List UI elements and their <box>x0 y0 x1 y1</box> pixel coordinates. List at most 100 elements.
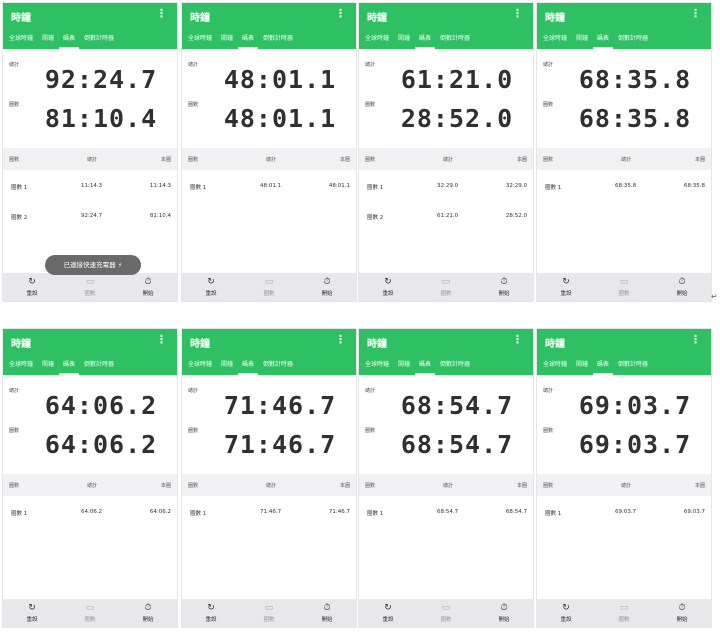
tab-timer[interactable]: 倒數計時器 <box>263 31 293 49</box>
tab-alarm[interactable]: 鬧鐘 <box>42 357 54 375</box>
lap-button[interactable]: ▭ 圈數 <box>604 277 644 297</box>
tab-timer[interactable]: 倒數計時器 <box>84 31 114 49</box>
tab-stopwatch[interactable]: 碼表 <box>593 31 614 49</box>
total-time-display: 48:01.1 <box>223 65 337 94</box>
tab-stopwatch[interactable]: 碼表 <box>59 31 80 49</box>
tab-alarm[interactable]: 鬧鐘 <box>576 31 588 49</box>
header-total: 總計 <box>266 157 277 163</box>
lap-label: 圈數 <box>188 102 199 108</box>
lap-button-label: 圈數 <box>618 617 630 623</box>
start-button[interactable]: ⏱ 開始 <box>484 603 524 623</box>
stopwatch-screen-1: 時鐘 ⋮ 全球時鐘 鬧鐘 碼表 倒數計時器 總計 圈數 92:24.7 81:1… <box>2 2 178 302</box>
lap-cell: 圈數 1 <box>545 185 562 191</box>
refresh-icon: ↻ <box>562 603 570 613</box>
lap-button[interactable]: ▭ 圈數 <box>426 603 466 623</box>
reset-button[interactable]: ↻ 重設 <box>368 603 408 623</box>
tab-stopwatch[interactable]: 碼表 <box>415 31 436 49</box>
more-vert-icon[interactable]: ⋮ <box>156 8 167 19</box>
bottom-action-bar: ↻ 重設 ▭ 圈數 ⏱ 開始 <box>3 599 177 627</box>
reset-button[interactable]: ↻ 重設 <box>12 277 52 297</box>
tab-stopwatch[interactable]: 碼表 <box>238 357 259 375</box>
tab-stopwatch[interactable]: 碼表 <box>238 31 259 49</box>
lap-row: 圈數 1 64:06.2 64:06.2 <box>3 497 177 527</box>
lap-button[interactable]: ▭ 圈數 <box>249 603 289 623</box>
tab-alarm[interactable]: 鬧鐘 <box>221 31 233 49</box>
more-vert-icon[interactable]: ⋮ <box>690 8 701 19</box>
timer-icon: ⏱ <box>144 603 152 613</box>
reset-button[interactable]: ↻ 重設 <box>546 277 586 297</box>
tab-alarm[interactable]: 鬧鐘 <box>42 31 54 49</box>
reset-button[interactable]: ↻ 重設 <box>368 277 408 297</box>
tab-timer[interactable]: 倒數計時器 <box>440 357 470 375</box>
reset-button[interactable]: ↻ 重設 <box>12 603 52 623</box>
tab-timer[interactable]: 倒數計時器 <box>84 357 114 375</box>
more-vert-icon[interactable]: ⋮ <box>512 8 523 19</box>
start-button[interactable]: ⏱ 開始 <box>307 603 347 623</box>
lap-cell: 圈數 2 <box>11 215 28 221</box>
lap-button[interactable]: ▭ 圈數 <box>70 603 110 623</box>
reset-button[interactable]: ↻ 重設 <box>191 603 231 623</box>
lap-button[interactable]: ▭ 圈數 <box>426 277 466 297</box>
tab-timer[interactable]: 倒數計時器 <box>440 31 470 49</box>
reset-label: 重設 <box>560 291 572 297</box>
lap-label: 圈數 <box>9 428 20 434</box>
reset-button[interactable]: ↻ 重設 <box>546 603 586 623</box>
tab-world-clock[interactable]: 全球時鐘 <box>365 357 389 375</box>
tab-world-clock[interactable]: 全球時鐘 <box>543 31 567 49</box>
tab-alarm[interactable]: 鬧鐘 <box>576 357 588 375</box>
header-total: 總計 <box>87 157 98 163</box>
bottom-action-bar: ↻ 重設 ▭ 圈數 ⏱ 開始 <box>359 599 533 627</box>
reset-button[interactable]: ↻ 重設 <box>191 277 231 297</box>
tab-alarm[interactable]: 鬧鐘 <box>398 357 410 375</box>
tab-world-clock[interactable]: 全球時鐘 <box>188 31 212 49</box>
lap-button[interactable]: ▭ 圈數 <box>249 277 289 297</box>
more-vert-icon[interactable]: ⋮ <box>335 334 346 345</box>
split-cell: 81:10.4 <box>149 213 171 219</box>
header-total: 總計 <box>443 483 454 489</box>
lap-row: 圈數 2 61:21.0 28:52.0 <box>359 201 533 231</box>
header-total: 總計 <box>621 483 632 489</box>
start-button[interactable]: ⏱ 開始 <box>128 277 168 297</box>
stopwatch-screen-2: 時鐘 ⋮ 全球時鐘 鬧鐘 碼表 倒數計時器 總計 圈數 48:01.1 48:0… <box>181 2 357 302</box>
tab-timer[interactable]: 倒數計時器 <box>618 31 648 49</box>
tab-alarm[interactable]: 鬧鐘 <box>221 357 233 375</box>
lap-button-label: 圈數 <box>84 617 96 623</box>
start-button[interactable]: ⏱ 開始 <box>128 603 168 623</box>
start-button[interactable]: ⏱ 開始 <box>307 277 347 297</box>
total-cell: 48:01.1 <box>260 183 282 189</box>
total-time-display: 92:24.7 <box>44 65 158 94</box>
flag-icon: ▭ <box>264 277 274 287</box>
start-button[interactable]: ⏱ 開始 <box>662 603 702 623</box>
stopwatch-screen-4: 時鐘 ⋮ 全球時鐘 鬧鐘 碼表 倒數計時器 總計 圈數 68:35.8 68:3… <box>536 2 712 302</box>
more-vert-icon[interactable]: ⋮ <box>690 334 701 345</box>
tab-alarm[interactable]: 鬧鐘 <box>398 31 410 49</box>
lap-row: 圈數 1 11:14.3 11:14.3 <box>3 171 177 201</box>
start-button[interactable]: ⏱ 開始 <box>484 277 524 297</box>
reset-label: 重設 <box>26 291 38 297</box>
more-vert-icon[interactable]: ⋮ <box>156 334 167 345</box>
tab-world-clock[interactable]: 全球時鐘 <box>543 357 567 375</box>
tab-world-clock[interactable]: 全球時鐘 <box>188 357 212 375</box>
start-button[interactable]: ⏱ 開始 <box>662 277 702 297</box>
lap-cell: 圈數 1 <box>367 185 384 191</box>
tab-world-clock[interactable]: 全球時鐘 <box>9 357 33 375</box>
app-bar: 時鐘 ⋮ 全球時鐘 鬧鐘 碼表 倒數計時器 <box>359 3 533 49</box>
more-vert-icon[interactable]: ⋮ <box>512 334 523 345</box>
lap-button[interactable]: ▭ 圈數 <box>70 277 110 297</box>
tab-world-clock[interactable]: 全球時鐘 <box>9 31 33 49</box>
tab-stopwatch[interactable]: 碼表 <box>593 357 614 375</box>
header-lap: 圈數 <box>365 483 376 489</box>
header-split: 本圈 <box>160 157 171 163</box>
refresh-icon: ↻ <box>28 603 36 613</box>
reset-label: 重設 <box>205 617 217 623</box>
lap-button[interactable]: ▭ 圈數 <box>604 603 644 623</box>
tab-world-clock[interactable]: 全球時鐘 <box>365 31 389 49</box>
tab-timer[interactable]: 倒數計時器 <box>618 357 648 375</box>
tab-bar: 全球時鐘 鬧鐘 碼表 倒數計時器 <box>3 31 177 49</box>
tab-timer[interactable]: 倒數計時器 <box>263 357 293 375</box>
tab-stopwatch[interactable]: 碼表 <box>59 357 80 375</box>
lap-row: 圈數 1 68:35.8 68:35.8 <box>537 171 711 201</box>
app-bar: 時鐘 ⋮ 全球時鐘 鬧鐘 碼表 倒數計時器 <box>3 3 177 49</box>
tab-stopwatch[interactable]: 碼表 <box>415 357 436 375</box>
more-vert-icon[interactable]: ⋮ <box>335 8 346 19</box>
